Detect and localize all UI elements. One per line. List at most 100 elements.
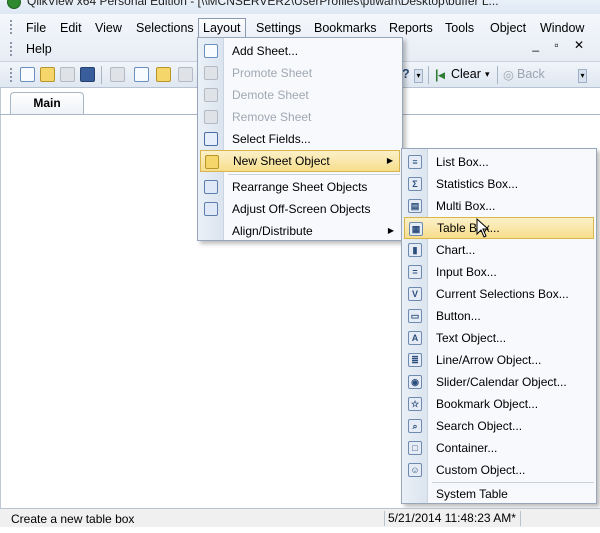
menu-item-label: Rearrange Sheet Objects [232, 180, 368, 194]
menu-item-chart[interactable]: ▮ Chart... [404, 239, 594, 261]
menu-help[interactable]: Help [22, 39, 56, 60]
promote-sheet-icon [204, 66, 218, 80]
menu-item-align-distribute[interactable]: Align/Distribute ▶ [200, 220, 400, 242]
menu-item-current-selections-box[interactable]: V Current Selections Box... [404, 283, 594, 305]
toolbar-overflow-icon[interactable]: ▾ [414, 69, 423, 83]
mdi-window-controls[interactable]: _ ▫ ✕ [532, 38, 590, 52]
statistics-box-icon: Σ [408, 177, 422, 191]
menu-item-label: Add Sheet... [232, 44, 299, 58]
reload-icon[interactable] [60, 67, 75, 82]
toolbar-overflow-2-icon[interactable]: ▾ [578, 69, 587, 83]
menu-item-label: Custom Object... [436, 463, 526, 477]
menu-item-search-object[interactable]: ⌕ Search Object... [404, 415, 594, 437]
menu-item-label: Table Box... [437, 221, 500, 235]
add-sheet-icon [204, 44, 218, 58]
menu-item-label: Align/Distribute [232, 224, 313, 238]
search-object-icon: ⌕ [408, 419, 422, 433]
menu-item-label: Text Object... [436, 331, 507, 345]
current-selections-icon: V [408, 287, 422, 301]
menu-item-add-sheet[interactable]: Add Sheet... [200, 40, 400, 62]
menu-item-remove-sheet[interactable]: Remove Sheet [200, 106, 400, 128]
menu-window[interactable]: Window [536, 18, 588, 39]
menu-item-label: Promote Sheet [232, 66, 313, 80]
menu-view[interactable]: View [91, 18, 126, 39]
menu-item-new-sheet-object[interactable]: New Sheet Object ▶ [200, 150, 400, 172]
save-icon[interactable] [80, 67, 95, 82]
menu-item-system-table[interactable]: System Table [404, 483, 594, 505]
menu-item-custom-object[interactable]: ☺ Custom Object... [404, 459, 594, 481]
clear-button[interactable]: Clear [451, 67, 481, 81]
menu-item-statistics-box[interactable]: Σ Statistics Box... [404, 173, 594, 195]
sheet-tab-main[interactable]: Main [10, 92, 84, 114]
title-bar: QlikView x64 Personal Edition - [\\MCNSE… [0, 0, 600, 14]
menu-item-adjust-off-screen-objects[interactable]: Adjust Off-Screen Objects [200, 198, 400, 220]
clear-dropdown-icon[interactable]: ▾ [485, 69, 490, 80]
menu-item-promote-sheet[interactable]: Promote Sheet [200, 62, 400, 84]
menu-item-label: New Sheet Object [233, 154, 330, 168]
menu-tools[interactable]: Tools [441, 18, 478, 39]
new-document-icon[interactable] [20, 67, 35, 82]
menu-item-label: Slider/Calendar Object... [436, 375, 567, 389]
menubar-grip[interactable] [10, 20, 13, 34]
text-object-icon: A [408, 331, 422, 345]
status-timestamp: 5/21/2014 11:48:23 AM* [384, 511, 520, 526]
chart-icon: ▮ [408, 243, 422, 257]
menu-item-demote-sheet[interactable]: Demote Sheet [200, 84, 400, 106]
print-icon[interactable] [110, 67, 125, 82]
status-empty-pane [520, 511, 580, 526]
menu-item-line-arrow-object[interactable]: ≣ Line/Arrow Object... [404, 349, 594, 371]
back-button[interactable]: Back [517, 67, 545, 81]
menu-item-label: System Table [436, 487, 508, 501]
menu-item-select-fields[interactable]: Select Fields... [200, 128, 400, 150]
status-hint: Create a new table box [11, 512, 135, 526]
menu-item-multi-box[interactable]: ▤ Multi Box... [404, 195, 594, 217]
submenu-arrow-icon: ▶ [387, 226, 394, 235]
container-icon: □ [408, 441, 422, 455]
menu-item-text-object[interactable]: A Text Object... [404, 327, 594, 349]
custom-object-icon: ☺ [408, 463, 422, 477]
menu-item-label: List Box... [436, 155, 489, 169]
menu-item-list-box[interactable]: ≡ List Box... [404, 151, 594, 173]
window-title: QlikView x64 Personal Edition - [\\MCNSE… [27, 0, 499, 8]
menu-item-label: Select Fields... [232, 132, 311, 146]
reload-data-icon[interactable] [156, 67, 171, 82]
menu-layout[interactable]: Layout [198, 18, 246, 39]
back-arrow-icon[interactable]: ◎ [503, 67, 514, 82]
menu-item-container[interactable]: □ Container... [404, 437, 594, 459]
status-bar: Create a new table box 5/21/2014 11:48:2… [0, 508, 600, 527]
clear-icon[interactable]: |◂ [435, 67, 445, 82]
menu-item-rearrange-sheet-objects[interactable]: Rearrange Sheet Objects [200, 176, 400, 198]
menu-edit[interactable]: Edit [56, 18, 86, 39]
menu-item-slider-calendar-object[interactable]: ◉ Slider/Calendar Object... [404, 371, 594, 393]
menu-object[interactable]: Object [486, 18, 530, 39]
slider-calendar-icon: ◉ [408, 375, 422, 389]
line-arrow-icon: ≣ [408, 353, 422, 367]
menubar-grip-row2[interactable] [10, 42, 13, 56]
menu-bookmarks[interactable]: Bookmarks [310, 18, 381, 39]
menu-item-label: Remove Sheet [232, 110, 312, 124]
input-box-icon: = [408, 265, 422, 279]
toolbar-separator-3 [497, 66, 498, 84]
menu-selections[interactable]: Selections [132, 18, 198, 39]
menu-item-label: Bookmark Object... [436, 397, 539, 411]
menu-file[interactable]: File [22, 18, 50, 39]
menu-item-label: Line/Arrow Object... [436, 353, 542, 367]
demote-sheet-icon [204, 88, 218, 102]
menu-item-bookmark-object[interactable]: ☆ Bookmark Object... [404, 393, 594, 415]
menu-item-input-box[interactable]: = Input Box... [404, 261, 594, 283]
toolbar-separator-2 [428, 66, 429, 84]
bottom-strip [0, 527, 600, 533]
menu-reports[interactable]: Reports [385, 18, 437, 39]
open-folder-icon[interactable] [40, 67, 55, 82]
menu-item-label: Statistics Box... [436, 177, 519, 191]
table-box-icon: ▦ [409, 222, 423, 236]
menu-item-table-box[interactable]: ▦ Table Box... [404, 217, 594, 239]
help-pointer-icon[interactable]: ? [402, 67, 410, 81]
menu-settings[interactable]: Settings [252, 18, 305, 39]
edit-script-icon[interactable] [134, 67, 149, 82]
toolbar-grip[interactable] [10, 68, 13, 82]
menu-item-label: Search Object... [436, 419, 523, 433]
menu-item-button[interactable]: ▭ Button... [404, 305, 594, 327]
toolbar-more-icon[interactable] [178, 67, 193, 82]
menu-item-label: Input Box... [436, 265, 497, 279]
